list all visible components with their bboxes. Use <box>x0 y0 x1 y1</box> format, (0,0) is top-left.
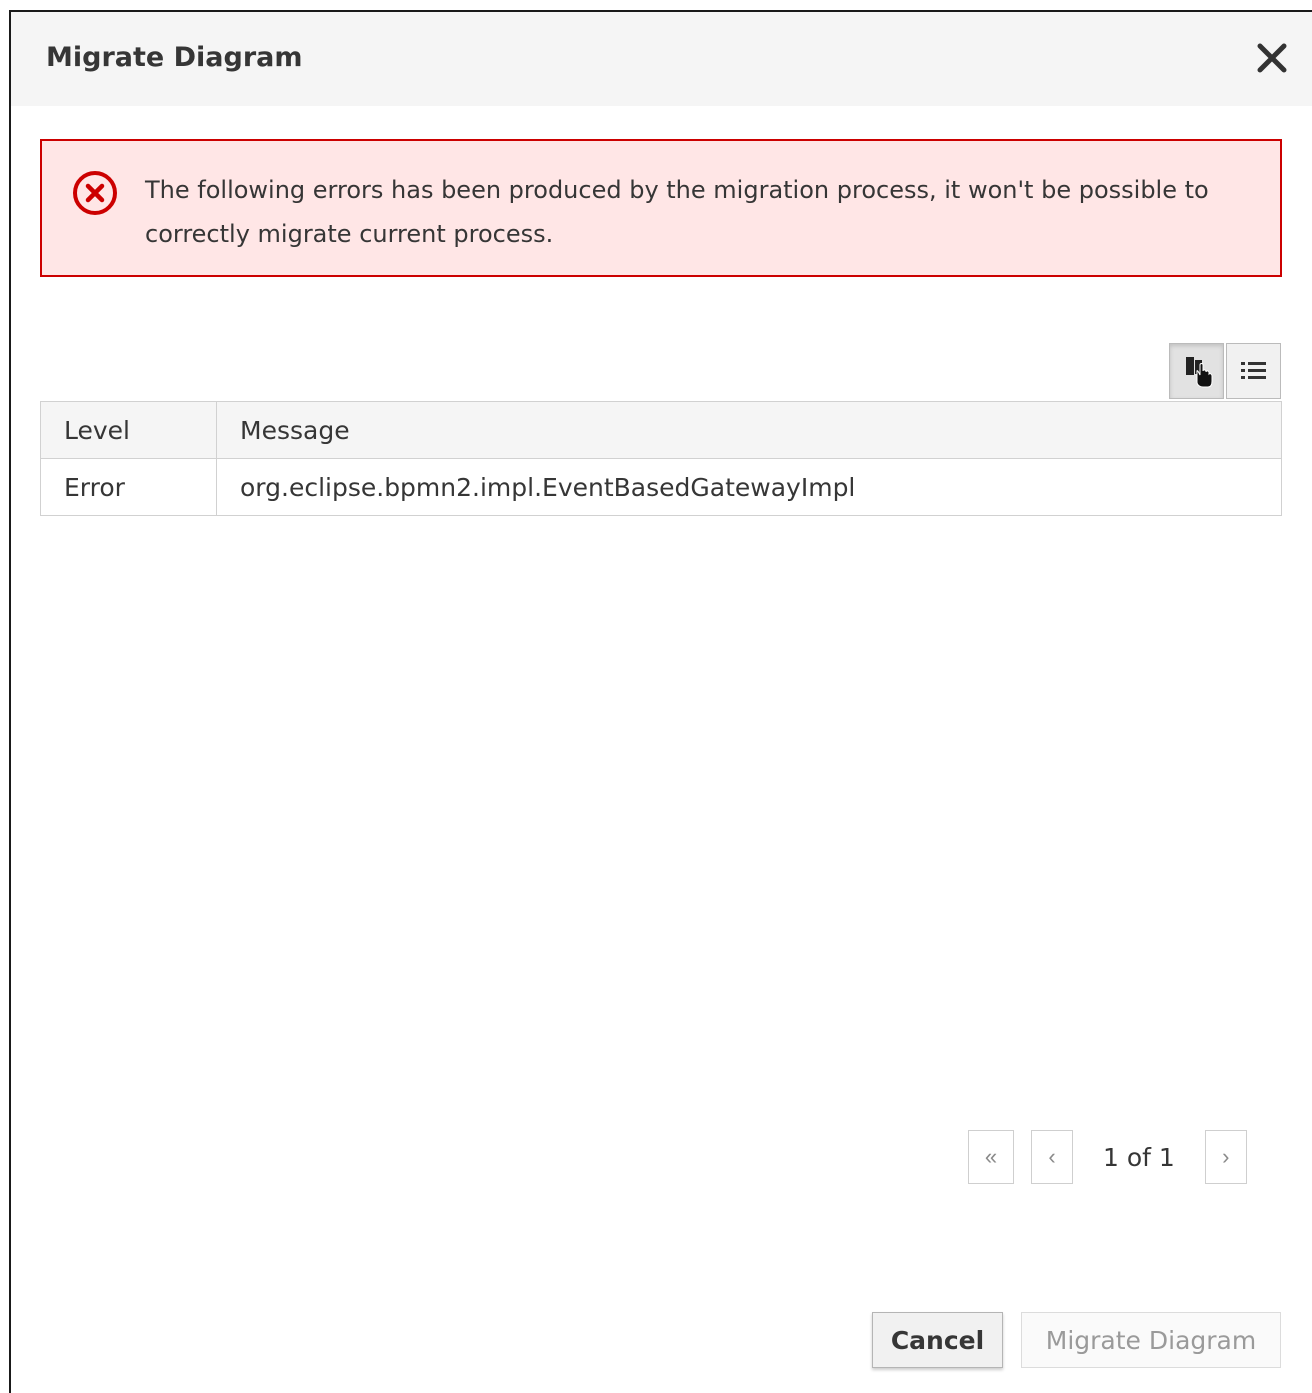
next-page-button[interactable]: › <box>1204 1130 1247 1184</box>
close-icon <box>1257 43 1287 73</box>
error-circle-icon <box>73 171 117 215</box>
dialog-title: Migrate Diagram <box>46 42 303 73</box>
first-page-button[interactable]: « <box>968 1130 1014 1184</box>
chevron-right-icon: › <box>1222 1144 1230 1169</box>
double-chevron-left-icon: « <box>984 1144 998 1169</box>
dialog-header: Migrate Diagram <box>11 12 1312 106</box>
table-header-row: Level Message <box>40 401 1282 459</box>
cell-message: org.eclipse.bpmn2.impl.EventBasedGateway… <box>216 458 1282 516</box>
previous-page-button[interactable]: ‹ <box>1031 1130 1073 1184</box>
list-view-icon <box>1240 362 1266 379</box>
errors-table: Level Message Error org.eclipse.bpmn2.im… <box>40 401 1282 516</box>
column-header-level[interactable]: Level <box>40 401 217 459</box>
cancel-button[interactable]: Cancel <box>872 1312 1003 1368</box>
column-picker-icon <box>1185 357 1212 388</box>
migrate-diagram-button[interactable]: Migrate Diagram <box>1021 1312 1281 1368</box>
pagination: « ‹ 1 of 1 › <box>968 1130 1247 1184</box>
column-picker-button[interactable] <box>1169 343 1224 399</box>
close-button[interactable] <box>1252 38 1292 78</box>
list-view-button[interactable] <box>1226 343 1281 399</box>
error-alert: The following errors has been produced b… <box>40 139 1282 277</box>
column-header-message[interactable]: Message <box>216 401 1282 459</box>
migrate-diagram-dialog: Migrate Diagram The following errors has… <box>9 10 1312 1393</box>
alert-message: The following errors has been produced b… <box>145 176 1209 248</box>
table-toolbar <box>1169 343 1281 399</box>
chevron-left-icon: ‹ <box>1048 1144 1056 1169</box>
page-indicator: 1 of 1 <box>1103 1142 1175 1172</box>
table-row[interactable]: Error org.eclipse.bpmn2.impl.EventBasedG… <box>40 458 1282 516</box>
cell-level: Error <box>40 458 217 516</box>
